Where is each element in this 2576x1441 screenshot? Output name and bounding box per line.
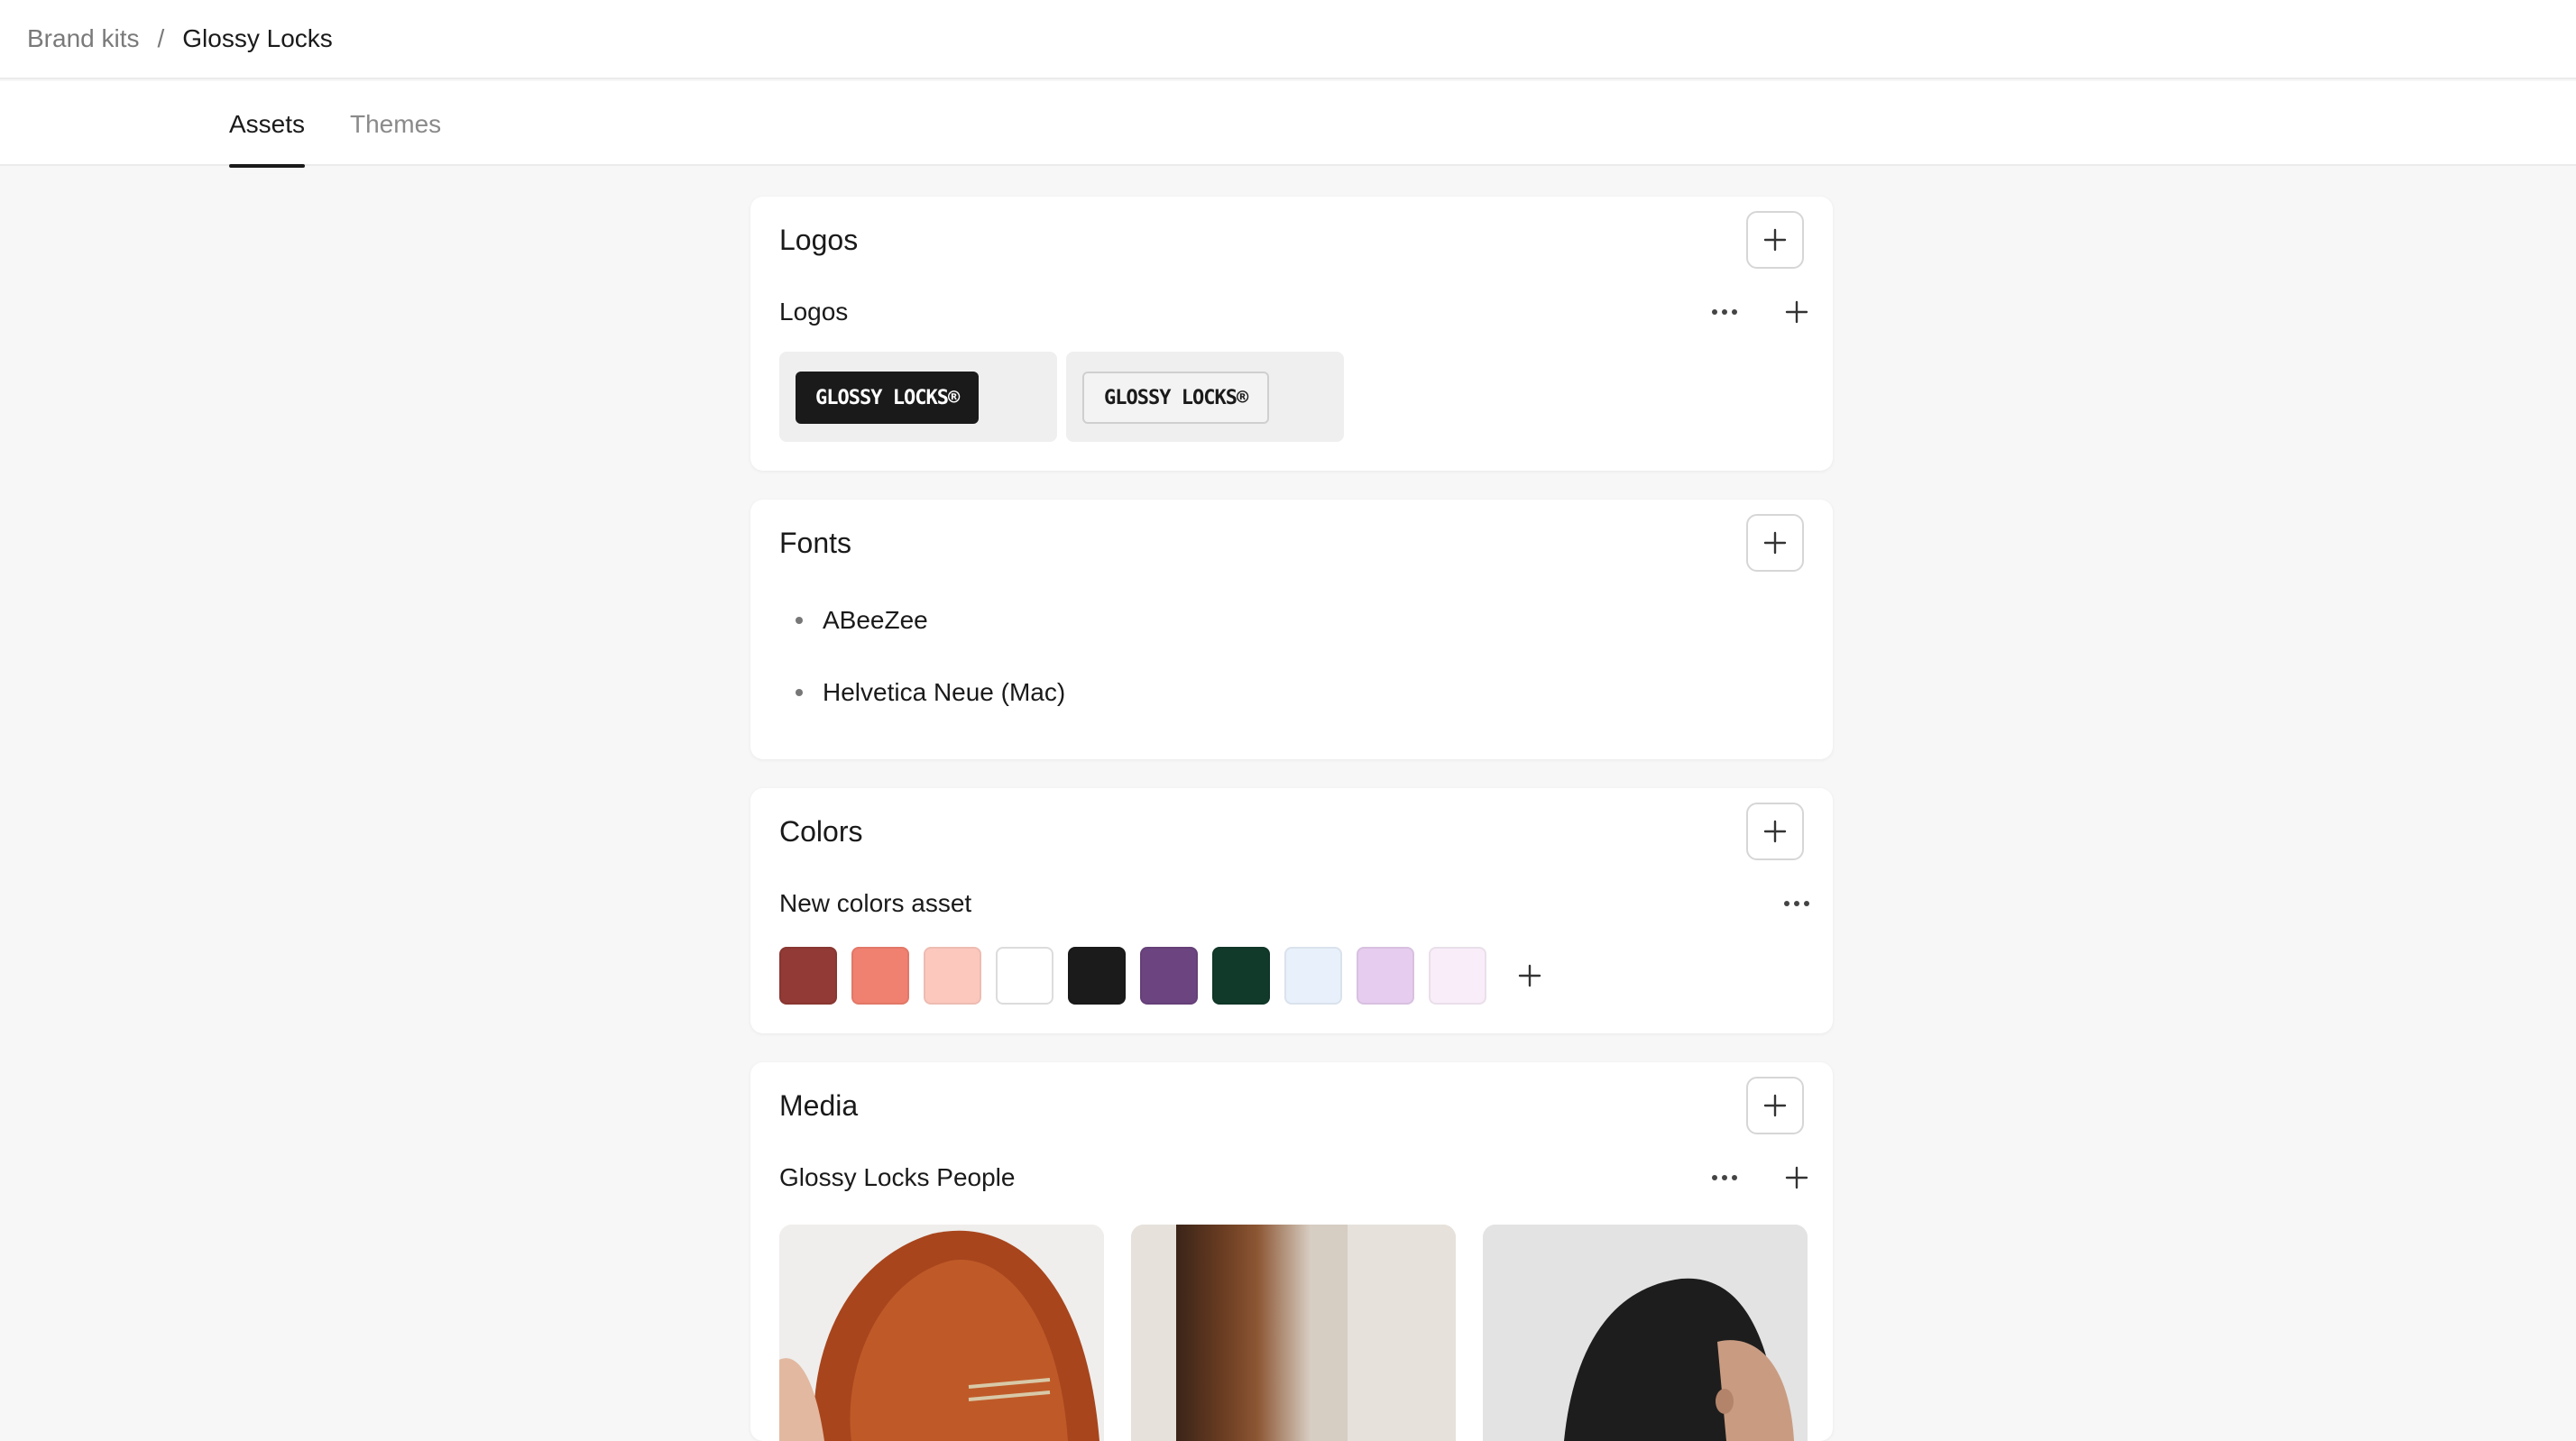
color-swatch[interactable] <box>1140 947 1198 1005</box>
add-logo-button[interactable] <box>1775 290 1818 334</box>
straight-hair-image <box>1131 1225 1456 1441</box>
colors-title: Colors <box>779 815 863 848</box>
dark-hair-image <box>1483 1225 1808 1441</box>
colors-group-name: New colors asset <box>779 889 972 917</box>
add-font-button[interactable] <box>1746 514 1804 572</box>
color-swatch[interactable] <box>1284 947 1342 1005</box>
media-image-straight-hair[interactable] <box>1131 1225 1456 1441</box>
colors-more-button[interactable] <box>1775 882 1818 925</box>
breadcrumb-current: Glossy Locks <box>182 24 333 52</box>
media-image-red-hair[interactable] <box>779 1225 1104 1441</box>
color-swatch[interactable] <box>1212 947 1270 1005</box>
media-card: Media Glossy Locks People <box>750 1062 1833 1441</box>
breadcrumb-separator: / <box>157 24 165 52</box>
breadcrumb-brand-kits[interactable]: Brand kits <box>27 24 140 53</box>
logo-tile-dark[interactable]: GLOSSY LOCKS® <box>779 352 1057 442</box>
media-group-name: Glossy Locks People <box>779 1163 1016 1191</box>
plus-icon <box>1763 531 1787 555</box>
tab-themes[interactable]: Themes <box>350 81 441 166</box>
plus-icon <box>1785 1166 1808 1189</box>
logos-group-name: Logos <box>779 298 849 326</box>
breadcrumb: Brand kits / Glossy Locks <box>0 0 2576 79</box>
font-name: Helvetica Neue (Mac) <box>823 678 1066 706</box>
red-hair-image <box>779 1225 1104 1441</box>
plus-icon <box>1763 820 1787 843</box>
add-color-button[interactable] <box>1508 954 1551 997</box>
logo-light: GLOSSY LOCKS® <box>1082 372 1270 424</box>
add-media-button[interactable] <box>1775 1156 1818 1199</box>
color-swatch[interactable] <box>851 947 909 1005</box>
color-swatch[interactable] <box>1357 947 1414 1005</box>
logo-dark: GLOSSY LOCKS® <box>796 372 980 424</box>
color-swatch[interactable] <box>1429 947 1486 1005</box>
plus-icon <box>1518 964 1541 987</box>
font-item-helvetica-neue[interactable]: Helvetica Neue (Mac) <box>796 678 1065 707</box>
logos-more-button[interactable] <box>1703 290 1746 334</box>
bullet <box>796 617 803 624</box>
plus-icon <box>1785 300 1808 324</box>
media-image-dark-hair[interactable] <box>1483 1225 1808 1441</box>
logos-title: Logos <box>779 224 859 256</box>
font-name: ABeeZee <box>823 606 928 634</box>
add-colors-section-button[interactable] <box>1746 803 1804 860</box>
more-horizontal-icon <box>1784 901 1809 906</box>
color-swatch[interactable] <box>924 947 981 1005</box>
fonts-title: Fonts <box>779 527 852 559</box>
plus-icon <box>1763 1094 1787 1117</box>
color-swatch[interactable] <box>1068 947 1126 1005</box>
logo-tile-light[interactable]: GLOSSY LOCKS® <box>1066 352 1344 442</box>
add-logo-section-button[interactable] <box>1746 211 1804 269</box>
colors-card: Colors New colors asset <box>750 788 1833 1033</box>
add-media-section-button[interactable] <box>1746 1077 1804 1134</box>
plus-icon <box>1763 228 1787 252</box>
color-swatch[interactable] <box>996 947 1053 1005</box>
color-swatch[interactable] <box>779 947 837 1005</box>
more-horizontal-icon <box>1712 1175 1737 1180</box>
tab-assets[interactable]: Assets <box>229 81 306 168</box>
bullet <box>796 689 803 696</box>
logos-card: Logos Logos GLOSSY LOCKS® GLOSSY LOCKS® <box>750 197 1833 471</box>
fonts-card: Fonts ABeeZee Helvetica Neue (Mac) <box>750 500 1833 759</box>
media-title: Media <box>779 1089 859 1122</box>
font-item-abeezee[interactable]: ABeeZee <box>796 606 928 635</box>
tab-bar: Assets Themes <box>0 81 2576 168</box>
media-more-button[interactable] <box>1703 1156 1746 1199</box>
more-horizontal-icon <box>1712 309 1737 315</box>
